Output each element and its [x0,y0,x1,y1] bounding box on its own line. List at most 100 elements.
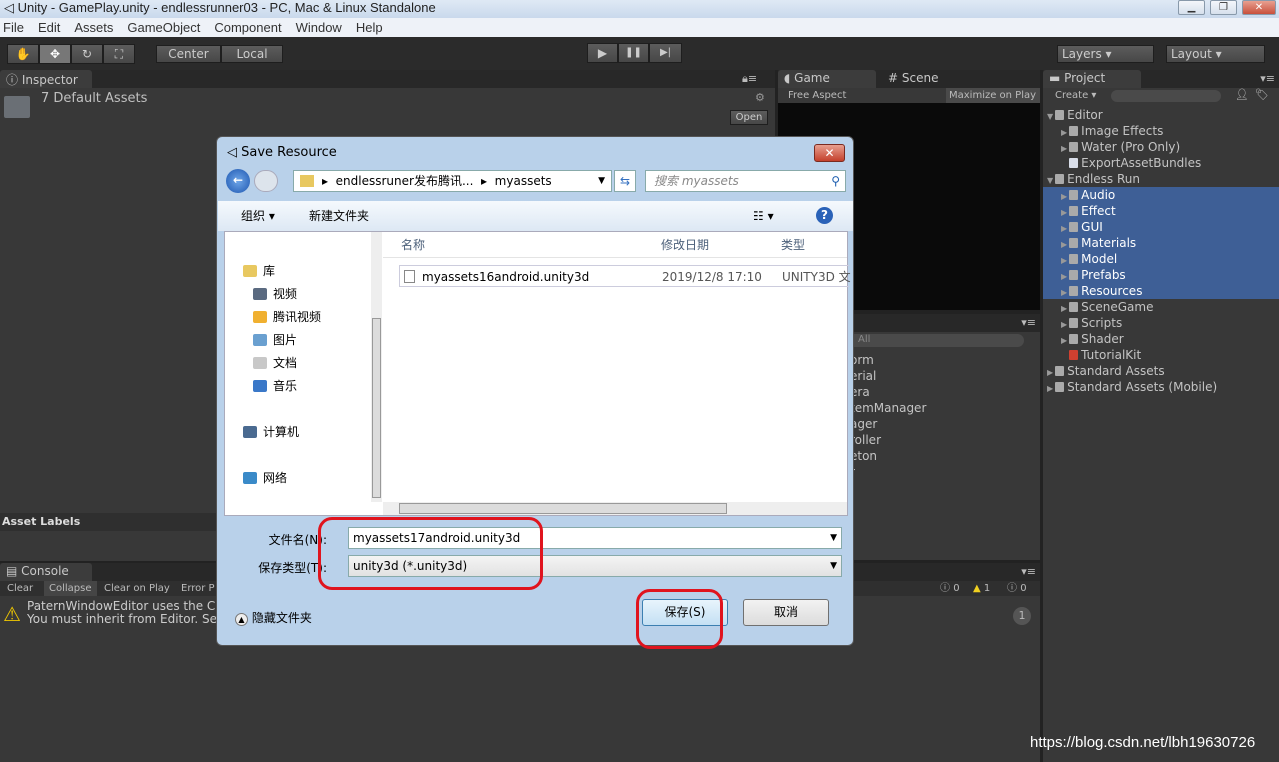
menu-edit[interactable]: Edit [38,18,60,37]
view-options-icon[interactable]: ☷ ▾ [753,201,774,231]
organize-button[interactable]: 组织 ▾ [241,201,275,231]
new-folder-button[interactable]: 新建文件夹 [309,201,369,231]
collapse-toggle[interactable]: Collapse [44,581,97,596]
panel-menu-icon[interactable]: ▾≡ [1021,565,1036,578]
tab-console[interactable]: ▤ Console [0,563,92,581]
tab-game[interactable]: ◖ Game [778,70,876,88]
list-item[interactable]: era [850,384,926,400]
nav-item[interactable]: 视频 [253,283,297,306]
address-bar[interactable]: ▸ endlessruner发布腾讯... ▸ myassets ▼ [293,170,612,192]
project-item[interactable]: ▶ Standard Assets [1043,363,1279,379]
close-button[interactable]: ✕ [1242,0,1276,15]
foldout-closed-icon[interactable]: ▶ [1061,224,1067,233]
cancel-button[interactable]: 取消 [743,599,829,626]
nav-scrollbar-thumb[interactable] [372,318,381,498]
foldout-closed-icon[interactable]: ▶ [1061,320,1067,329]
project-search[interactable] [1111,90,1221,102]
horizontal-scrollbar-thumb[interactable] [399,503,727,514]
project-item[interactable]: ▶TutorialKit [1043,347,1279,363]
chevron-down-icon[interactable]: ▼ [830,556,837,576]
tab-project[interactable]: ▬ Project [1043,70,1141,88]
column-date-modified[interactable]: 修改日期 [661,232,709,258]
list-item[interactable]: orm [850,352,926,368]
pivot-center-button[interactable]: Center [156,45,221,63]
project-item[interactable]: ▶ Scripts [1043,315,1279,331]
horizontal-scrollbar[interactable] [383,502,847,515]
list-item[interactable]: r [850,464,926,480]
file-row[interactable]: myassets16android.unity3d 2019/12/8 17:1… [399,265,851,287]
foldout-closed-icon[interactable]: ▶ [1061,336,1067,345]
project-item[interactable]: ▶ Resources [1043,283,1279,299]
project-item[interactable]: ▶ Effect [1043,203,1279,219]
menu-window[interactable]: Window [296,18,342,37]
search-input[interactable]: 搜索 myassets ⚲ [645,170,846,192]
nav-item[interactable]: 计算机 [243,421,299,444]
menu-gameobject[interactable]: GameObject [127,18,200,37]
nav-scrollbar[interactable] [371,232,382,502]
foldout-closed-icon[interactable]: ▶ [1061,272,1067,281]
chevron-down-icon[interactable]: ▼ [598,171,605,191]
nav-item[interactable]: 文档 [253,352,297,375]
clear-button[interactable]: Clear [7,581,33,596]
nav-item[interactable]: 图片 [253,329,297,352]
project-item[interactable]: ▶ Audio [1043,187,1279,203]
list-item[interactable]: erial [850,368,926,384]
maximize-on-play-toggle[interactable]: Maximize on Play [946,88,1040,103]
open-button[interactable]: Open [730,110,768,125]
project-item[interactable]: ▶ Standard Assets (Mobile) [1043,379,1279,395]
error-pause-toggle[interactable]: Error P [181,581,215,596]
project-item[interactable]: ▶ Prefabs [1043,267,1279,283]
create-dropdown[interactable]: Create ▾ [1055,90,1096,101]
column-type[interactable]: 类型 [781,232,805,258]
lock-icon[interactable]: 🔒︎≡ [742,72,757,86]
column-name[interactable]: 名称 [401,232,425,258]
list-item[interactable]: eton [850,448,926,464]
project-item[interactable]: ▼ Endless Run [1043,171,1279,187]
pivot-local-button[interactable]: Local [221,45,283,63]
forward-button[interactable] [254,170,278,192]
maximize-button[interactable]: ❐ [1210,0,1237,15]
project-item[interactable]: ▶ GUI [1043,219,1279,235]
refresh-icon[interactable]: ⇆ [614,170,636,192]
project-item[interactable]: ▶ Water (Pro Only) [1043,139,1279,155]
menu-assets[interactable]: Assets [74,18,113,37]
project-item[interactable]: ▶ Model [1043,251,1279,267]
minimize-button[interactable]: ▁ [1178,0,1205,15]
foldout-closed-icon[interactable]: ▶ [1061,240,1067,249]
step-button[interactable]: ▶| [649,43,682,63]
project-item[interactable]: ▶ Materials [1043,235,1279,251]
hand-tool-icon[interactable]: ✋ [7,44,39,64]
tab-inspector[interactable]: ⓘ Inspector [0,70,92,88]
foldout-open-icon[interactable]: ▼ [1047,112,1053,121]
list-item[interactable]: roller [850,432,926,448]
nav-item[interactable]: 网络 [243,467,287,490]
menu-help[interactable]: Help [356,18,383,37]
move-tool-icon[interactable]: ✥ [39,44,71,64]
error-count-toggle[interactable]: ⓘ 0 [1007,581,1027,596]
project-item[interactable]: ▶ Image Effects [1043,123,1279,139]
foldout-closed-icon[interactable]: ▶ [1061,144,1067,153]
menu-component[interactable]: Component [214,18,281,37]
info-count-toggle[interactable]: ⓘ 0 [940,581,960,596]
panel-menu-icon[interactable]: ▾≡ [1021,316,1036,329]
foldout-closed-icon[interactable]: ▶ [1061,192,1067,201]
nav-item[interactable]: 腾讯视频 [253,306,321,329]
project-item[interactable]: ▶ Shader [1043,331,1279,347]
help-icon[interactable]: ? [816,207,833,224]
nav-item[interactable]: 音乐 [253,375,297,398]
project-item[interactable]: ▶ExportAssetBundles [1043,155,1279,171]
foldout-closed-icon[interactable]: ▶ [1047,368,1053,377]
panel-menu-icon[interactable]: ▾≡ [1260,72,1275,85]
warning-count-toggle[interactable]: ▲ 1 [973,581,990,596]
list-item[interactable]: ager [850,416,926,432]
scale-tool-icon[interactable]: ⛶ [103,44,135,64]
play-button[interactable]: ▶ [587,43,618,63]
rotate-tool-icon[interactable]: ↻ [71,44,103,64]
aspect-dropdown[interactable]: Free Aspect [788,88,846,103]
breadcrumb-item[interactable]: myassets [495,174,552,188]
filter-type-icon[interactable]: 👤︎ [1235,88,1249,101]
pause-button[interactable]: ❚❚ [618,43,649,63]
foldout-closed-icon[interactable]: ▶ [1061,304,1067,313]
foldout-closed-icon[interactable]: ▶ [1061,208,1067,217]
menu-file[interactable]: File [3,18,24,37]
